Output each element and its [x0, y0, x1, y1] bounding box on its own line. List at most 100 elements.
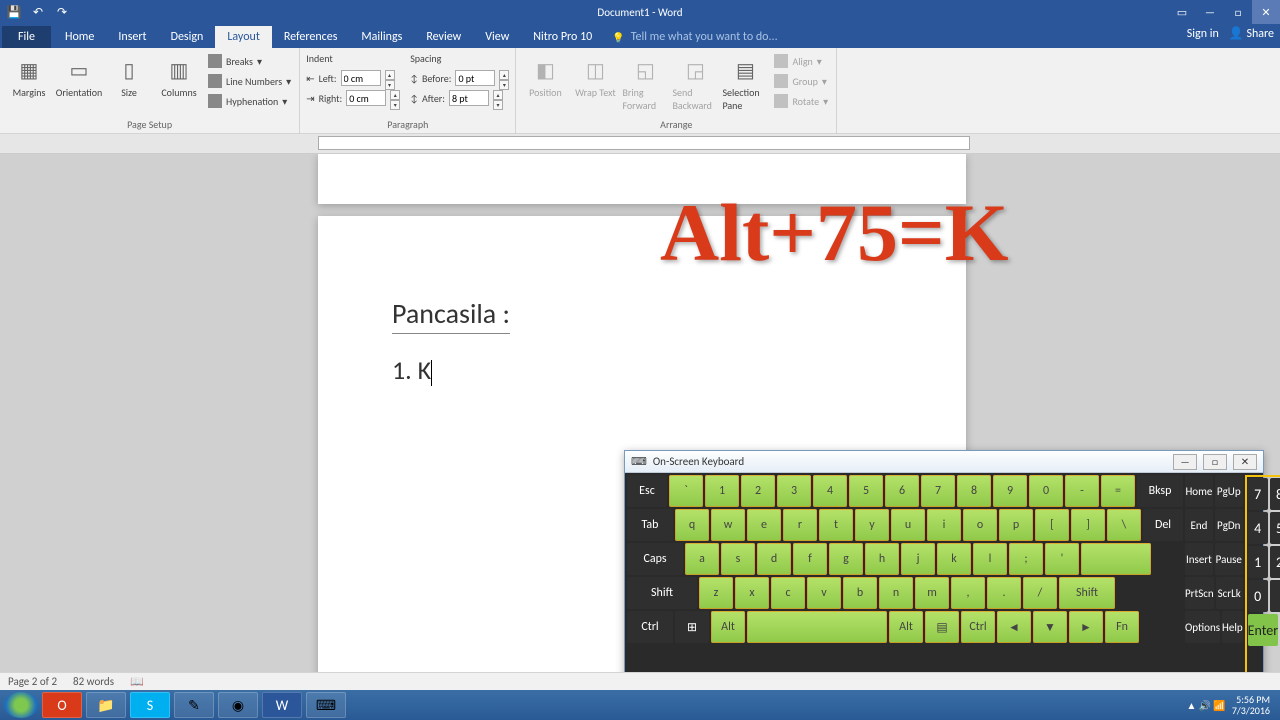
key-5[interactable]: 5	[849, 475, 883, 507]
spin-down[interactable]: ▾	[493, 100, 503, 110]
key-rctrl[interactable]: Ctrl	[961, 611, 995, 643]
numpad-7[interactable]: 7	[1248, 478, 1268, 510]
redo-icon[interactable]: ↷	[54, 4, 70, 20]
key-win[interactable]: ⊞	[675, 611, 709, 643]
key-y[interactable]: y	[855, 509, 889, 541]
key-0[interactable]: 0	[1029, 475, 1063, 507]
key-menu[interactable]: ▤	[925, 611, 959, 643]
key-q[interactable]: q	[675, 509, 709, 541]
key-9[interactable]: 9	[993, 475, 1027, 507]
taskbar-osk[interactable]: ⌨	[306, 692, 346, 718]
maximize-icon[interactable]: □	[1224, 0, 1252, 24]
numpad-0[interactable]: 0	[1248, 580, 1268, 612]
tab-design[interactable]: Design	[159, 26, 216, 48]
doc-heading[interactable]: Pancasila :	[392, 296, 510, 334]
orientation-button[interactable]: ▭Orientation	[56, 52, 102, 116]
key-x[interactable]: x	[735, 577, 769, 609]
key-7[interactable]: 7	[921, 475, 955, 507]
key-equals[interactable]: =	[1101, 475, 1135, 507]
taskbar-opera[interactable]: O	[42, 692, 82, 718]
key-left[interactable]: ◄	[997, 611, 1031, 643]
share-button[interactable]: 👤 Share	[1229, 26, 1274, 41]
taskbar-explorer[interactable]: 📁	[86, 692, 126, 718]
key-g[interactable]: g	[829, 543, 863, 575]
key-help[interactable]: Help	[1222, 611, 1243, 643]
key-lbracket[interactable]: [	[1035, 509, 1069, 541]
undo-icon[interactable]: ↶	[30, 4, 46, 20]
key-lctrl[interactable]: Ctrl	[627, 611, 673, 643]
spin-up[interactable]: ▴	[499, 70, 509, 80]
key-options[interactable]: Options	[1185, 611, 1220, 643]
spin-up[interactable]: ▴	[385, 70, 395, 80]
taskbar-chrome[interactable]: ◉	[218, 692, 258, 718]
numpad-enter[interactable]: Enter	[1248, 614, 1278, 646]
key-4[interactable]: 4	[813, 475, 847, 507]
key-fn[interactable]: Fn	[1105, 611, 1139, 643]
key-pause[interactable]: Pause	[1215, 543, 1243, 575]
spin-up[interactable]: ▴	[493, 90, 503, 100]
key-grave[interactable]: `	[669, 475, 703, 507]
tab-mailings[interactable]: Mailings	[349, 26, 414, 48]
key-pgup[interactable]: PgUp	[1215, 475, 1243, 507]
spin-up[interactable]: ▴	[390, 90, 400, 100]
tab-insert[interactable]: Insert	[106, 26, 158, 48]
spin-down[interactable]: ▾	[390, 100, 400, 110]
status-words[interactable]: 82 words	[73, 675, 114, 688]
key-lalt[interactable]: Alt	[711, 611, 745, 643]
close-icon[interactable]: ✕	[1252, 0, 1280, 24]
key-a[interactable]: a	[685, 543, 719, 575]
key-down[interactable]: ▼	[1033, 611, 1067, 643]
osk-close-icon[interactable]: ✕	[1233, 454, 1257, 470]
key-2[interactable]: 2	[741, 475, 775, 507]
key-lshift[interactable]: Shift	[627, 577, 697, 609]
key-s[interactable]: s	[721, 543, 755, 575]
key-enter[interactable]	[1081, 543, 1151, 575]
key-minus[interactable]: -	[1065, 475, 1099, 507]
spacing-after-input[interactable]	[449, 90, 489, 106]
key-z[interactable]: z	[699, 577, 733, 609]
key-del[interactable]: Del	[1143, 509, 1183, 541]
taskbar-clock[interactable]: 5:56 PM 7/3/2016	[1232, 694, 1270, 716]
line-numbers-button[interactable]: Line Numbers ▾	[206, 72, 293, 90]
key-h[interactable]: h	[865, 543, 899, 575]
key-esc[interactable]: Esc	[627, 475, 667, 507]
breaks-button[interactable]: Breaks ▾	[206, 52, 293, 70]
key-e[interactable]: e	[747, 509, 781, 541]
sign-in-link[interactable]: Sign in	[1187, 27, 1219, 41]
status-spellcheck-icon[interactable]: 📖	[130, 675, 144, 688]
numpad-8[interactable]: 8	[1270, 478, 1280, 510]
osk-maximize-icon[interactable]: □	[1203, 454, 1227, 470]
tray-icons[interactable]: ▲ 🔊 📶	[1187, 699, 1226, 712]
size-button[interactable]: ▯Size	[106, 52, 152, 116]
tab-references[interactable]: References	[272, 26, 350, 48]
key-w[interactable]: w	[711, 509, 745, 541]
key-n[interactable]: n	[879, 577, 913, 609]
key-right[interactable]: ►	[1069, 611, 1103, 643]
minimize-icon[interactable]: —	[1196, 0, 1224, 24]
margins-button[interactable]: ▦Margins	[6, 52, 52, 116]
key-l[interactable]: l	[973, 543, 1007, 575]
numpad-5[interactable]: 5	[1270, 512, 1280, 544]
key-b[interactable]: b	[843, 577, 877, 609]
key-end[interactable]: End	[1185, 509, 1213, 541]
columns-button[interactable]: ▥Columns	[156, 52, 202, 116]
key-space[interactable]	[747, 611, 887, 643]
key-k[interactable]: k	[937, 543, 971, 575]
key-f[interactable]: f	[793, 543, 827, 575]
spacing-before-input[interactable]	[455, 70, 495, 86]
key-bksp[interactable]: Bksp	[1137, 475, 1183, 507]
hyphenation-button[interactable]: Hyphenation ▾	[206, 92, 293, 110]
key-comma[interactable]: ,	[951, 577, 985, 609]
page-1-bottom[interactable]	[318, 154, 966, 204]
osk-minimize-icon[interactable]: —	[1173, 454, 1197, 470]
key-6[interactable]: 6	[885, 475, 919, 507]
key-quote[interactable]: '	[1045, 543, 1079, 575]
key-c[interactable]: c	[771, 577, 805, 609]
tab-file[interactable]: File	[2, 26, 51, 48]
ruler-horizontal[interactable]	[0, 134, 1280, 154]
numpad-2[interactable]: 2	[1270, 546, 1280, 578]
tab-nitro[interactable]: Nitro Pro 10	[521, 26, 604, 48]
start-button[interactable]	[4, 692, 38, 718]
osk-titlebar[interactable]: ⌨ On-Screen Keyboard — □ ✕	[625, 451, 1263, 473]
key-rshift[interactable]: Shift	[1059, 577, 1115, 609]
